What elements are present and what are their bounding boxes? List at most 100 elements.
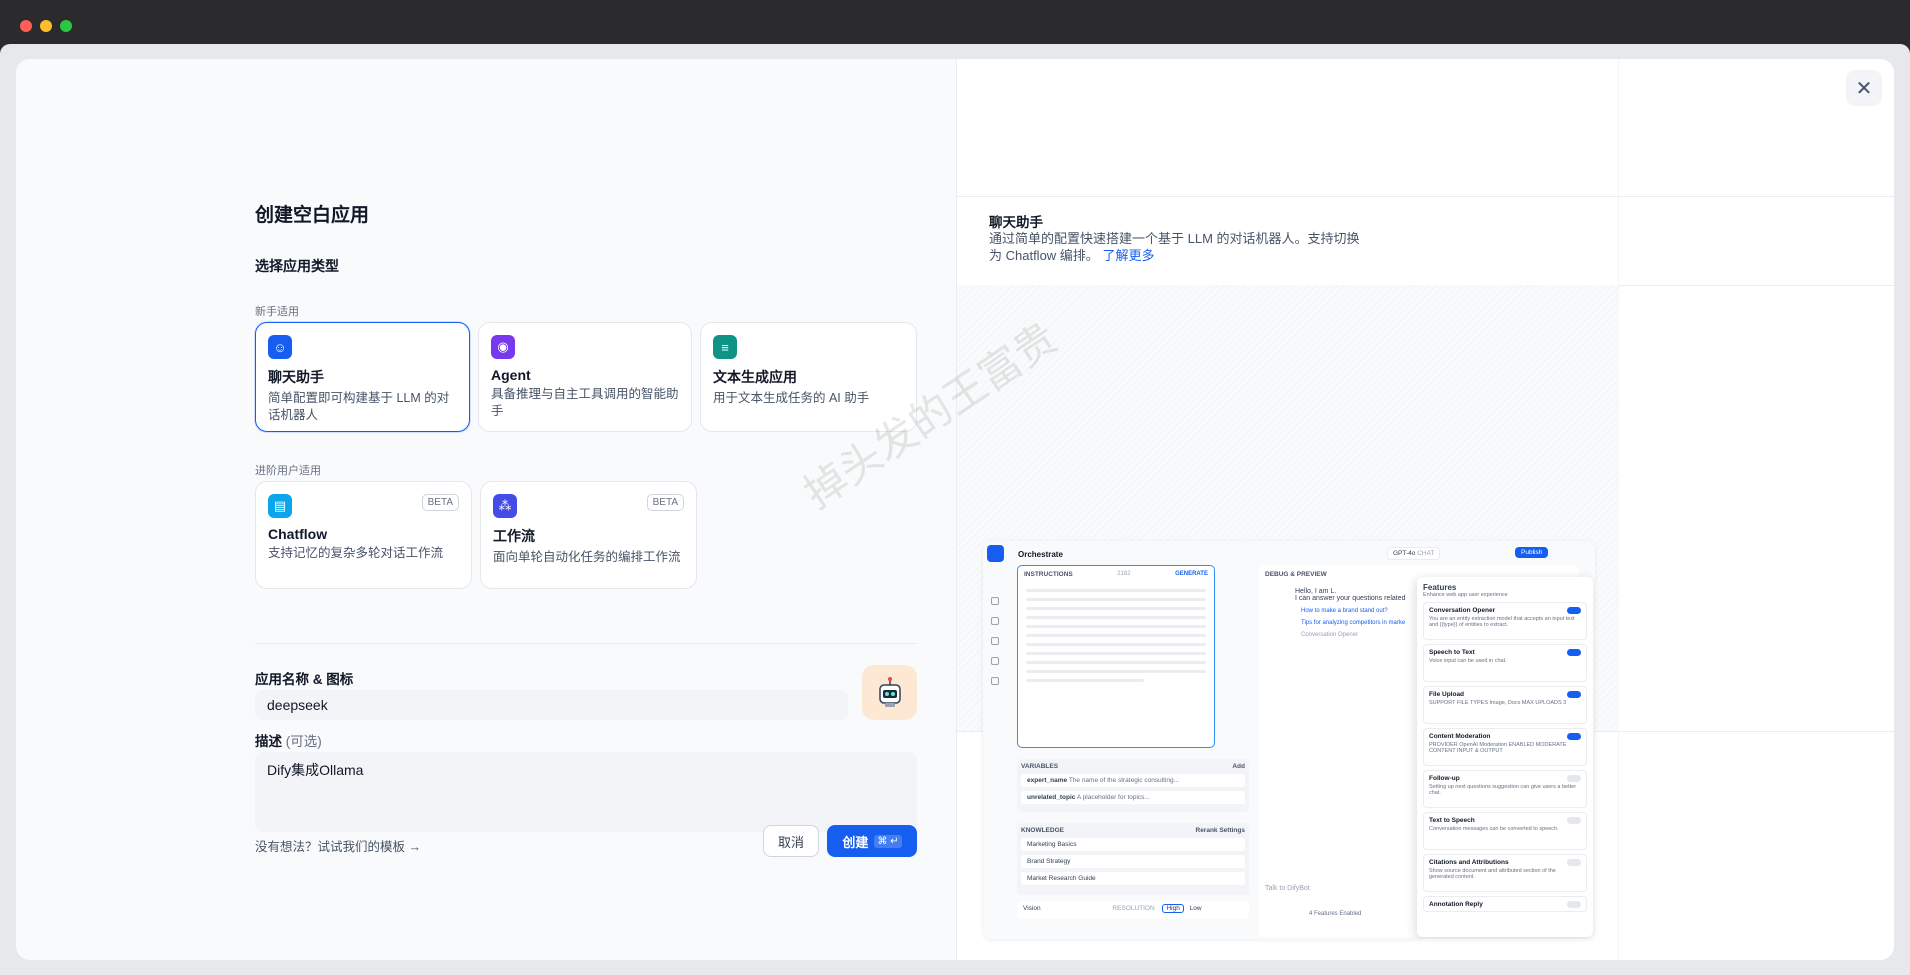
feature-toggle [1567, 775, 1581, 782]
feature-title: Annotation Reply [1429, 901, 1483, 908]
grid-line [957, 196, 1894, 197]
variable-key: unrelated_topic [1027, 794, 1076, 801]
advanced-group-label: 进阶用户适用 [255, 465, 321, 477]
maximize-window-button[interactable] [60, 20, 72, 32]
beginner-group-label: 新手适用 [255, 306, 299, 318]
create-button[interactable]: 创建 ⌘ ↵ [827, 825, 917, 857]
placeholder-line [1026, 679, 1144, 682]
feature-item: Speech to Text Voice input can be used in… [1423, 644, 1587, 682]
placeholder-line [1026, 634, 1206, 637]
card-desc: 面向单轮自动化任务的编排工作流 [493, 550, 681, 564]
card-name: 文本生成应用 [713, 369, 797, 385]
publish-button: Publish [1515, 547, 1549, 558]
feature-title: Follow-up [1429, 775, 1460, 782]
add-variable: Add [1232, 763, 1245, 770]
feature-item: Text to Speech Conversation messages can … [1423, 812, 1587, 850]
instructions-count: 2182 [1117, 571, 1131, 577]
model-selector: GPT-4o CHAT [1387, 547, 1441, 560]
name-icon-label: 应用名称 & 图标 [255, 672, 354, 687]
features-title: Features [1423, 583, 1457, 592]
variables-section: VARIABLES Add expert_name The name of th… [1017, 759, 1249, 812]
description-textarea[interactable]: Dify集成Ollama [255, 752, 917, 832]
features-panel: Features Enhance web app user experience… [1417, 577, 1593, 937]
preview-screenshot: Orchestrate GPT-4o CHAT Publish INSTRUCT… [983, 541, 1595, 939]
feature-desc: You are an entity extraction model that … [1429, 616, 1575, 628]
placeholder-line [1026, 643, 1206, 646]
placeholder-line [1026, 616, 1206, 619]
variables-heading: VARIABLES [1021, 763, 1059, 770]
app-type-chatflow[interactable]: ▤ BETA Chatflow 支持记忆的复杂多轮对话工作流 [255, 481, 472, 589]
modal-title: 创建空白应用 [255, 205, 370, 226]
agent-icon: ◉ [491, 335, 515, 359]
feature-item: Content Moderation PROVIDER OpenAI Modera… [1423, 728, 1587, 766]
variable-key: expert_name [1027, 777, 1068, 784]
resolution-high: High [1162, 904, 1184, 913]
feature-title: File Upload [1429, 691, 1465, 698]
feature-desc: SUPPORT FILE TYPES Image, Docs MAX UPLOA… [1429, 700, 1567, 706]
feature-title: Text to Speech [1429, 817, 1475, 824]
feature-title: Citations and Attributions [1429, 859, 1509, 866]
create-form-panel: 创建空白应用 选择应用类型 新手适用 ☺ 聊天助手 简单配置即可构建基于 LLM… [16, 59, 956, 960]
sidebar-icon [991, 597, 999, 605]
knowledge-heading: KNOWLEDGE [1021, 827, 1064, 834]
feature-title: Content Moderation [1429, 733, 1491, 740]
optional-hint: (可选) [285, 734, 322, 749]
instructions-box: INSTRUCTIONS 2182 GENERATE [1017, 565, 1215, 748]
try-templates-link[interactable]: 没有想法？试试我们的模板 → [255, 836, 421, 855]
feature-desc: Show source document and attributed sect… [1429, 868, 1556, 880]
minimize-window-button[interactable] [40, 20, 52, 32]
create-app-modal: 创建空白应用 选择应用类型 新手适用 ☺ 聊天助手 简单配置即可构建基于 LLM… [16, 59, 1894, 960]
feature-desc: PROVIDER OpenAI Moderation ENABLED MODER… [1429, 742, 1567, 754]
app-name-input[interactable] [255, 690, 848, 720]
resolution-label: RESOLUTION [1112, 905, 1155, 912]
feature-item: Annotation Reply [1423, 896, 1587, 912]
sidebar-icon [991, 637, 999, 645]
preview-description-text: 通过简单的配置快速搭建一个基于 LLM 的对话机器人。支持切换为 Chatflo… [989, 231, 1360, 263]
model-tag: CHAT [1417, 550, 1435, 557]
feature-toggle [1567, 901, 1581, 908]
window-content: 创建空白应用 选择应用类型 新手适用 ☺ 聊天助手 简单配置即可构建基于 LLM… [0, 44, 1910, 975]
chatflow-icon: ▤ [268, 494, 292, 518]
feature-desc: Setting up next questions suggestion can… [1429, 784, 1577, 796]
feature-item: File Upload SUPPORT FILE TYPES Image, Doc… [1423, 686, 1587, 724]
try-templates-text: 没有想法？试试我们的模板 [255, 840, 406, 854]
learn-more-link[interactable]: 了解更多 [1102, 248, 1154, 263]
model-name: GPT-4o [1393, 550, 1416, 557]
card-name: 工作流 [493, 528, 535, 544]
card-name: Agent [491, 367, 531, 383]
app-type-agent[interactable]: ◉ Agent 具备推理与自主工具调用的智能助手 [478, 322, 692, 432]
text-generation-icon: ≡ [713, 335, 737, 359]
app-type-preview-panel: 聊天助手 通过简单的配置快速搭建一个基于 LLM 的对话机器人。支持切换为 Ch… [956, 59, 1894, 960]
close-modal-button[interactable]: ✕ [1846, 70, 1882, 106]
placeholder-line [1026, 670, 1206, 673]
description-label-text: 描述 [255, 734, 282, 749]
variable-row: expert_name The name of the strategic co… [1021, 774, 1245, 787]
vision-row: Vision RESOLUTION High Low [1017, 901, 1249, 919]
rerank-settings: Rerank Settings [1195, 827, 1246, 834]
app-type-text-generation[interactable]: ≡ 文本生成应用 用于文本生成任务的 AI 助手 [700, 322, 917, 432]
app-type-chat-assistant[interactable]: ☺ 聊天助手 简单配置即可构建基于 LLM 的对话机器人 [255, 322, 470, 432]
feature-toggle [1567, 733, 1581, 740]
feature-title: Speech to Text [1429, 649, 1475, 656]
preview-sidebar [991, 597, 1001, 697]
feature-toggle [1567, 859, 1581, 866]
app-type-workflow[interactable]: ⁂ BETA 工作流 面向单轮自动化任务的编排工作流 [480, 481, 697, 589]
placeholder-line [1026, 652, 1206, 655]
beta-badge: BETA [421, 494, 459, 511]
orchestrate-title: Orchestrate [1018, 550, 1063, 559]
preview-description: 通过简单的配置快速搭建一个基于 LLM 的对话机器人。支持切换为 Chatflo… [989, 230, 1369, 264]
placeholder-line [1026, 598, 1206, 601]
create-button-label: 创建 [842, 834, 869, 850]
preview-background: Orchestrate GPT-4o CHAT Publish INSTRUCT… [957, 285, 1619, 939]
feature-toggle [1567, 817, 1581, 824]
card-desc: 简单配置即可构建基于 LLM 的对话机器人 [268, 391, 450, 422]
close-window-button[interactable] [20, 20, 32, 32]
sidebar-icon [991, 677, 999, 685]
feature-item: Citations and Attributions Show source do… [1423, 854, 1587, 892]
chat-input-placeholder: Talk to DifyBot [1265, 885, 1310, 892]
card-desc: 支持记忆的复杂多轮对话工作流 [268, 546, 444, 560]
placeholder-line [1026, 607, 1206, 610]
feature-desc: Conversation messages can be converted t… [1429, 826, 1559, 832]
app-icon-picker[interactable] [862, 665, 917, 720]
cancel-button[interactable]: 取消 [763, 825, 819, 857]
